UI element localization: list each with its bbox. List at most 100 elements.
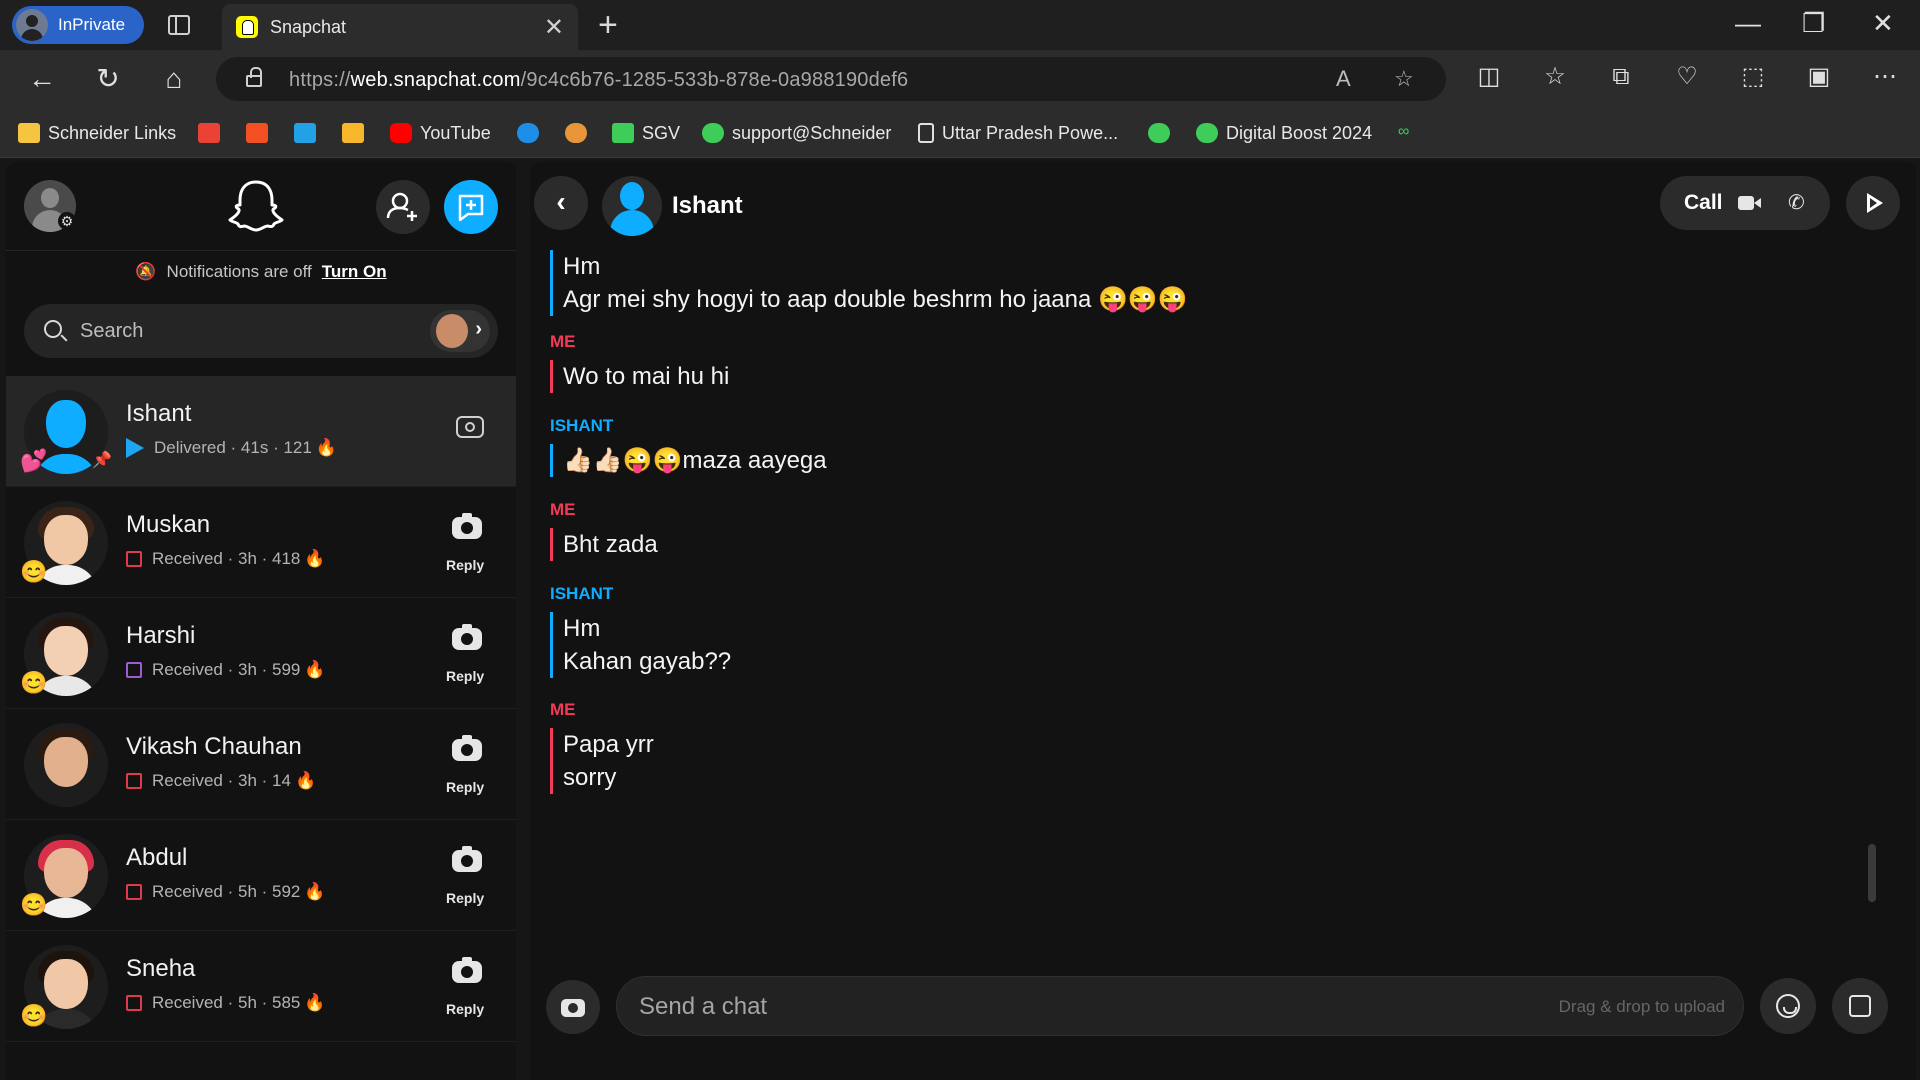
c-icon (342, 123, 364, 143)
message-text[interactable]: Papa yrr (563, 728, 654, 761)
chat-status: Received · 3h · 14 🔥 (126, 771, 316, 791)
message-text[interactable]: Hm (563, 612, 731, 645)
bookmark-teams[interactable] (294, 120, 324, 146)
reply-label[interactable]: Reply (446, 668, 484, 684)
favorites-icon[interactable]: ☆ (1540, 62, 1570, 92)
back-arrow-icon[interactable]: ← (24, 62, 60, 98)
scrollbar-thumb[interactable] (1868, 844, 1876, 902)
snapchat-page: ⚙ 🔕 Notifications are off Turn On Search… (0, 158, 1920, 1080)
restore-button[interactable]: ❐ (1802, 8, 1825, 39)
back-button[interactable]: ‹ (534, 176, 588, 230)
address-bar[interactable]: https://web.snapchat.com/9c4c6b76-1285-5… (216, 57, 1446, 101)
burger-icon (565, 123, 587, 143)
camera-icon[interactable] (452, 957, 482, 983)
message-text[interactable]: Bht zada (563, 528, 658, 561)
drag-drop-hint: Drag & drop to upload (1558, 997, 1725, 1016)
inprivate-profile-button[interactable]: InPrivate (12, 6, 144, 44)
sticker-button[interactable] (1832, 978, 1888, 1034)
peer-avatar[interactable] (602, 176, 662, 236)
screenshot-icon[interactable]: ⬚ (1738, 62, 1768, 92)
chat-name: Sneha (126, 955, 196, 982)
add-friend-button[interactable] (376, 180, 430, 234)
schneider-icon (702, 123, 724, 143)
schneider-icon (1148, 123, 1170, 143)
browser-essentials-icon[interactable]: ♡ (1672, 62, 1702, 92)
tab-snapchat[interactable]: Snapchat ✕ (222, 4, 578, 50)
bookmark-schneider[interactable] (1148, 120, 1178, 146)
play-snap-button[interactable] (1846, 176, 1900, 230)
minimize-button[interactable]: — (1735, 8, 1761, 39)
camera-icon[interactable] (452, 735, 482, 761)
favorite-star-icon[interactable]: ☆ (1394, 66, 1414, 92)
bookmark-sgv[interactable]: SGV (612, 120, 680, 146)
phone-icon[interactable]: ✆ (1788, 190, 1805, 215)
chat-name: Harshi (126, 622, 196, 649)
camera-icon[interactable] (452, 624, 482, 650)
search-bar[interactable]: Search › (24, 304, 498, 358)
message-text[interactable]: Agr mei shy hogyi to aap double beshrm h… (563, 283, 1188, 316)
chat-list-pane: ⚙ 🔕 Notifications are off Turn On Search… (6, 162, 516, 1080)
split-screen-icon[interactable]: ◫ (1474, 62, 1504, 92)
turn-on-link[interactable]: Turn On (322, 262, 387, 282)
sender-label: ME (550, 700, 576, 719)
bookmark-support-schneider[interactable]: support@Schneider (702, 120, 891, 146)
peer-name[interactable]: Ishant (672, 192, 743, 220)
streak-fire-icon: 🔥 (294, 771, 317, 790)
message-text[interactable]: Kahan gayab?? (563, 645, 731, 678)
schneider-icon (1196, 123, 1218, 143)
home-icon[interactable]: ⌂ (156, 62, 192, 98)
close-window-button[interactable]: ✕ (1872, 8, 1894, 39)
bitmoji-discover-button[interactable]: › (430, 310, 490, 352)
chat-row-ishant[interactable]: 💕 📌 Ishant Delivered · 41s · 121 🔥 (6, 376, 516, 487)
camera-icon[interactable] (452, 846, 482, 872)
message-text[interactable]: Wo to mai hu hi (563, 360, 729, 393)
bookmark-schneider-links[interactable]: Schneider Links (18, 120, 176, 146)
call-button[interactable]: Call ✆ (1660, 176, 1830, 230)
video-call-icon[interactable] (1738, 196, 1761, 210)
message-text[interactable]: 👍🏻👍🏻😜😜maza aayega (563, 444, 827, 477)
new-chat-button[interactable] (444, 180, 498, 234)
more-menu-icon[interactable]: ⋯ (1870, 62, 1900, 92)
reply-label[interactable]: Reply (446, 890, 484, 906)
bookmark-burger[interactable] (565, 120, 595, 146)
tab-actions-icon[interactable] (168, 15, 190, 35)
camera-outline-icon[interactable] (456, 416, 484, 438)
bookmark-gmail[interactable] (198, 120, 228, 146)
sender-label: ISHANT (550, 584, 614, 603)
chevron-right-icon: › (475, 318, 482, 340)
new-tab-button[interactable]: + (598, 6, 618, 45)
bookmark-digital-boost[interactable]: Digital Boost 2024 (1196, 120, 1372, 146)
message-text[interactable]: sorry (563, 761, 654, 794)
bookmark-c[interactable] (342, 120, 372, 146)
chat-input[interactable]: Send a chat Drag & drop to upload (616, 976, 1744, 1036)
chat-row-muskan[interactable]: 😊 Muskan Received · 3h · 418 🔥 Reply (6, 487, 516, 598)
sidebar-toggle-icon[interactable]: ▣ (1804, 62, 1834, 92)
chat-row-sneha[interactable]: 😊 Sneha Received · 5h · 585 🔥 Reply (6, 931, 516, 1042)
chat-row-harshi[interactable]: 😊 Harshi Received · 3h · 599 🔥 Reply (6, 598, 516, 709)
emoji-button[interactable] (1760, 978, 1816, 1034)
chat-row-vikash-chauhan[interactable]: Vikash Chauhan Received · 3h · 14 🔥 Reply (6, 709, 516, 820)
url-text[interactable]: https://web.snapchat.com/9c4c6b76-1285-5… (289, 69, 908, 92)
bookmark-uttar-pradesh[interactable]: Uttar Pradesh Powe... (918, 120, 1118, 146)
reply-label[interactable]: Reply (446, 1001, 484, 1017)
bookmark-link[interactable]: ∞ (1398, 120, 1428, 146)
refresh-icon[interactable]: ↻ (90, 62, 126, 98)
bookmark-youtube[interactable]: YouTube (390, 120, 491, 146)
message-text[interactable]: Hm (563, 250, 1188, 283)
tab-close-icon[interactable]: ✕ (544, 13, 564, 42)
camera-button[interactable] (546, 980, 600, 1034)
collections-icon[interactable]: ⧉ (1606, 62, 1636, 92)
bookmark-office[interactable] (246, 120, 276, 146)
lock-icon[interactable] (246, 67, 262, 87)
bookmark-onedrive[interactable] (517, 120, 547, 146)
settings-gear-icon[interactable]: ⚙ (58, 212, 76, 230)
read-aloud-icon[interactable]: A (1336, 66, 1351, 92)
camera-icon[interactable] (452, 513, 482, 539)
chat-row-abdul[interactable]: 😊 Abdul Received · 5h · 592 🔥 Reply (6, 820, 516, 931)
chat-status: Received · 5h · 585 🔥 (126, 993, 326, 1013)
streak-fire-icon: 🔥 (315, 438, 337, 457)
search-icon (44, 320, 62, 338)
friend-emoji-badge: 😊 (20, 892, 48, 917)
reply-label[interactable]: Reply (446, 779, 484, 795)
reply-label[interactable]: Reply (446, 557, 484, 573)
